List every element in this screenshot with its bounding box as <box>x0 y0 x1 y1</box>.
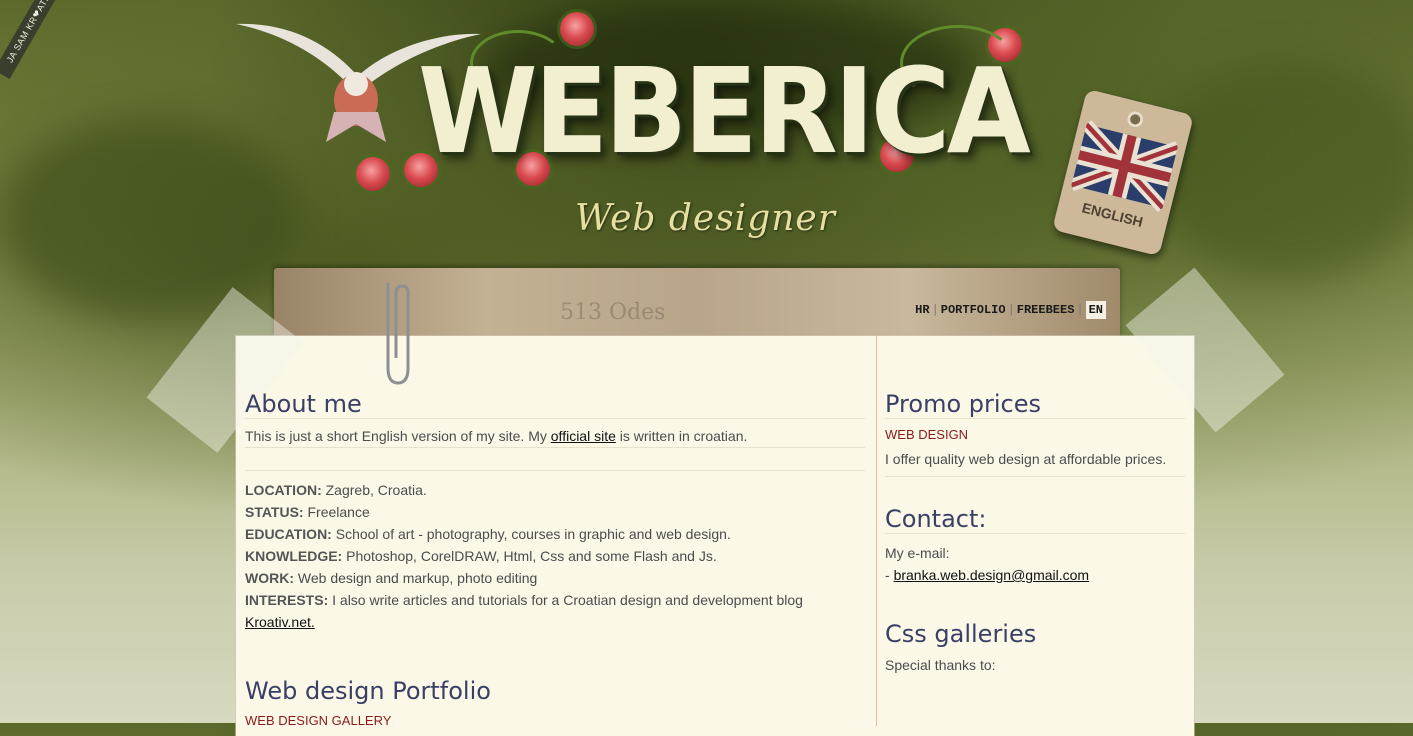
email-link[interactable]: branka.web.design@gmail.com <box>894 567 1090 583</box>
tag-hole <box>1125 109 1145 130</box>
language-nav: HR | PORTFOLIO | FREEBEES | EN <box>915 301 1106 319</box>
contact-label: My e-mail: <box>885 545 950 561</box>
galleries-title: Css galleries <box>885 620 1037 648</box>
official-site-link[interactable]: official site <box>551 428 616 444</box>
portfolio-gallery-link[interactable]: WEB DESIGN GALLERY <box>245 713 865 728</box>
bg-texture <box>0 120 300 320</box>
uk-flag-icon <box>1070 120 1179 213</box>
rose-decoration <box>356 157 390 191</box>
corner-ribbon[interactable]: JA SAM KR❤ATIV <box>0 0 80 80</box>
promo-text: I offer quality web design at affordable… <box>885 448 1185 477</box>
detail-location: LOCATION: Zagreb, Croatia. <box>245 482 427 498</box>
galleries-text: Special thanks to: <box>885 657 996 673</box>
about-intro: This is just a short English version of … <box>245 425 865 448</box>
site-tagline: Web designer <box>575 198 836 239</box>
site-logo[interactable]: WEBERICA <box>418 52 1031 170</box>
about-title: About me <box>245 390 865 419</box>
about-intro-text: This is just a short English version of … <box>245 428 551 444</box>
about-intro-tail: is written in croatian. <box>615 428 748 444</box>
nav-hr[interactable]: HR <box>915 303 929 317</box>
contact-title: Contact: <box>885 505 1185 534</box>
about-details: LOCATION: Zagreb, Croatia. STATUS: Freel… <box>245 479 865 633</box>
detail-interests: INTERESTS: I also write articles and tut… <box>245 592 803 608</box>
nav-en[interactable]: EN <box>1085 301 1106 319</box>
rose-decoration <box>560 12 594 46</box>
nav-portfolio[interactable]: PORTFOLIO <box>941 303 1006 317</box>
paper-stamp-text: 513 Odes <box>560 300 666 325</box>
detail-knowledge: KNOWLEDGE: Photoshop, CorelDRAW, Html, C… <box>245 548 717 564</box>
contact-email-row: - branka.web.design@gmail.com <box>885 567 1090 583</box>
detail-status: STATUS: Freelance <box>245 504 370 520</box>
detail-education: EDUCATION: School of art - photography, … <box>245 526 731 542</box>
detail-work: WORK: Web design and markup, photo editi… <box>245 570 538 586</box>
promo-subtitle: WEB DESIGN <box>885 427 969 442</box>
bg-texture <box>1150 60 1413 280</box>
paperclip-icon <box>386 283 410 385</box>
kroativ-link[interactable]: Kroativ.net. <box>245 614 315 630</box>
column-divider <box>876 336 877 726</box>
spacer-line <box>245 448 865 471</box>
promo-title: Promo prices <box>885 390 1185 419</box>
right-column: Promo prices WEB DESIGN I offer quality … <box>885 390 1185 676</box>
nav-freebees[interactable]: FREEBEES <box>1017 303 1075 317</box>
ribbon-text[interactable]: JA SAM KR❤ATIV <box>0 0 65 79</box>
left-column: About me This is just a short English ve… <box>245 390 865 728</box>
portfolio-title: Web design Portfolio <box>245 677 491 705</box>
